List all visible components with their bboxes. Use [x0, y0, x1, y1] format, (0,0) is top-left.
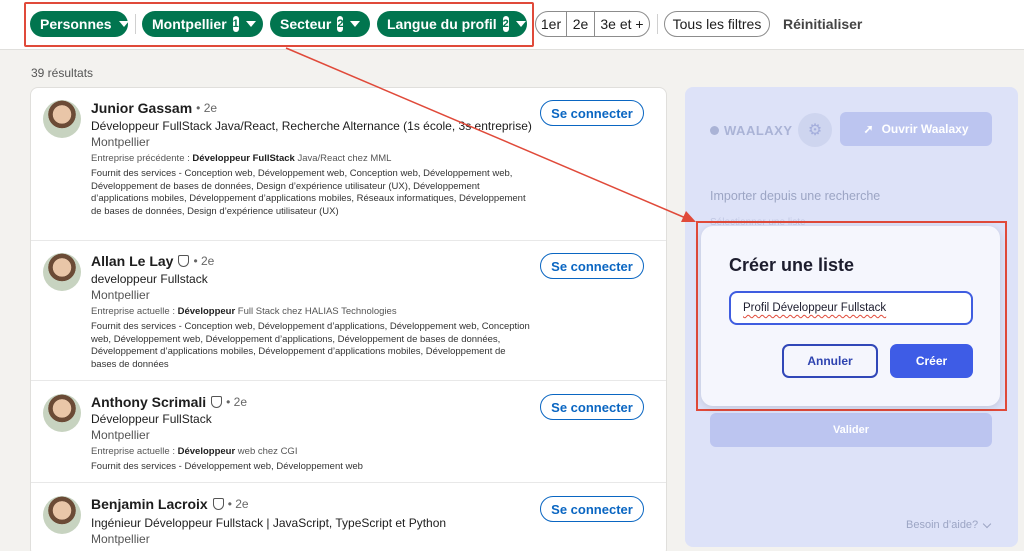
arrow-line: [285, 47, 689, 220]
annotation-arrow: [285, 47, 696, 222]
